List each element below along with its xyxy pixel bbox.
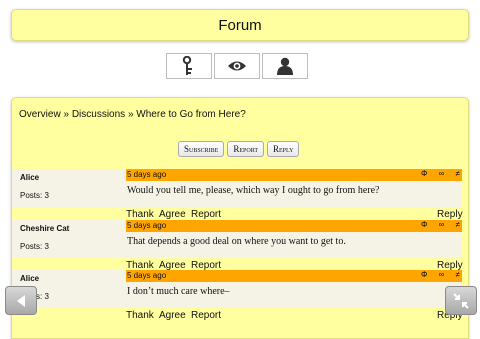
- post-text: I don’t much care where–: [127, 286, 230, 297]
- discussion-panel: Overview » Discussions » Where to Go fro…: [11, 97, 469, 339]
- back-arrow-icon: [17, 294, 25, 307]
- phi-icon[interactable]: Φ: [421, 169, 427, 178]
- thank-link[interactable]: Thank: [126, 209, 154, 220]
- breadcrumb: Overview » Discussions » Where to Go fro…: [19, 109, 246, 120]
- report-link[interactable]: Report: [191, 209, 221, 220]
- breadcrumb-overview[interactable]: Overview: [19, 109, 61, 120]
- post-author[interactable]: Alice: [20, 173, 39, 182]
- eye-button[interactable]: [214, 53, 260, 79]
- post-count: Posts: 3: [20, 242, 49, 251]
- post-author[interactable]: Cheshire Cat: [20, 224, 69, 233]
- breadcrumb-current: Where to Go from Here?: [136, 109, 246, 120]
- eye-icon: [228, 61, 246, 71]
- post-links: Thank Agree Report Reply: [126, 207, 463, 221]
- post-count: Posts: 3: [20, 191, 49, 200]
- key-button[interactable]: [166, 53, 212, 79]
- post-text: Would you tell me, please, which way I o…: [127, 185, 380, 196]
- agree-link[interactable]: Agree: [159, 209, 186, 220]
- breadcrumb-separator: »: [63, 109, 70, 120]
- breadcrumb-separator: »: [127, 109, 134, 120]
- back-button[interactable]: [5, 286, 37, 315]
- phi-icon[interactable]: Φ: [421, 220, 427, 229]
- post-author[interactable]: Alice: [20, 274, 39, 283]
- toolbar: [166, 53, 310, 79]
- report-link[interactable]: Report: [191, 310, 221, 321]
- post-body: Would you tell me, please, which way I o…: [126, 181, 462, 207]
- post-meta-bar: 5 days ago Φ ∞ ≠: [126, 220, 462, 232]
- report-button[interactable]: Report: [227, 141, 265, 157]
- post-text: That depends a good deal on where you wa…: [127, 236, 346, 247]
- infinity-icon[interactable]: ∞: [439, 270, 445, 279]
- breadcrumb-discussions[interactable]: Discussions: [72, 109, 125, 120]
- page-title: Forum: [218, 16, 262, 34]
- key-icon: [182, 56, 192, 75]
- forum-header: Forum: [11, 9, 469, 41]
- post-time: 5 days ago: [127, 271, 167, 280]
- post-time: 5 days ago: [127, 221, 167, 230]
- post-meta-bar: 5 days ago Φ ∞ ≠: [126, 270, 462, 282]
- not-equal-icon[interactable]: ≠: [456, 220, 460, 229]
- subscribe-button[interactable]: Subscribe: [178, 141, 225, 157]
- agree-link[interactable]: Agree: [159, 310, 186, 321]
- not-equal-icon[interactable]: ≠: [456, 169, 460, 178]
- post-time: 5 days ago: [127, 170, 167, 179]
- post-author-column: Cheshire Cat Posts: 3: [12, 220, 126, 258]
- thread-actions: Subscribe Report Reply: [178, 141, 300, 157]
- collapse-button[interactable]: [445, 286, 477, 315]
- not-equal-icon[interactable]: ≠: [456, 270, 460, 279]
- thank-link[interactable]: Thank: [126, 310, 154, 321]
- reply-button[interactable]: Reply: [267, 141, 300, 157]
- infinity-icon[interactable]: ∞: [439, 169, 445, 178]
- infinity-icon[interactable]: ∞: [439, 220, 445, 229]
- post-author-column: Alice Posts: 3: [12, 169, 126, 207]
- phi-icon[interactable]: Φ: [421, 270, 427, 279]
- reply-link[interactable]: Reply: [437, 209, 463, 220]
- collapse-icon: [453, 292, 469, 309]
- post-body: I don’t much care where–: [126, 282, 462, 308]
- post-body: That depends a good deal on where you wa…: [126, 232, 462, 258]
- user-button[interactable]: [262, 53, 308, 79]
- user-icon: [277, 57, 293, 75]
- post-meta-bar: 5 days ago Φ ∞ ≠: [126, 169, 462, 181]
